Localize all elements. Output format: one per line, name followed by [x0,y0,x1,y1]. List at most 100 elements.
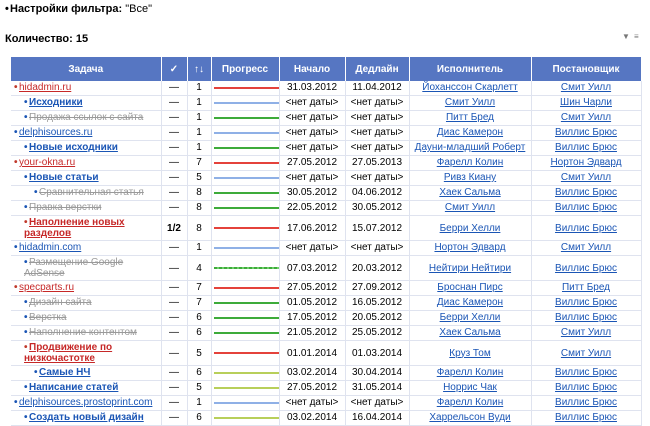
tree-bullet-icon: • [34,187,38,198]
author-link[interactable]: Виллис Брюс [555,397,617,408]
task-link[interactable]: Наполнение контентом [29,327,137,338]
assignee-link[interactable]: Берри Хелли [440,223,501,234]
progress-cell [211,185,280,201]
task-cell: •Наполнение новых разделов [11,215,162,241]
col-header-progress[interactable]: Прогресс [211,57,280,81]
author-link[interactable]: Питт Бред [562,282,610,293]
tree-bullet-icon: • [24,342,28,353]
priority-cell: 1 [187,95,212,111]
task-link[interactable]: Верстка [29,312,67,323]
task-link[interactable]: Новые статьи [29,172,99,183]
deadline-cell: 27.09.2012 [345,280,410,296]
assignee-link[interactable]: Питт Бред [446,112,494,123]
author-link[interactable]: Смит Уилл [561,327,611,338]
author-link[interactable]: Виллис Брюс [555,367,617,378]
col-header-assignee[interactable]: Исполнитель [409,57,532,81]
task-link[interactable]: Новые исходники [29,142,118,153]
start-date-cell: 27.05.2012 [279,155,346,171]
assignee-link[interactable]: Смит Уилл [445,97,495,108]
author-link[interactable]: Виллис Брюс [555,412,617,423]
task-link[interactable]: delphisources.prostoprint.com [19,397,152,408]
col-header-deadline[interactable]: Дедлайн [345,57,410,81]
progress-cell [211,140,280,156]
assignee-link[interactable]: Ривз Киану [444,172,496,183]
assignee-link[interactable]: Фарелл Колин [437,397,504,408]
assignee-link[interactable]: Фарелл Колин [437,157,504,168]
task-link[interactable]: Продвижение по низкочастотке [24,342,112,364]
assignee-cell: Норрис Чак [409,380,532,396]
assignee-link[interactable]: Дауни-младший Роберт [415,142,526,153]
task-link[interactable]: Создать новый дизайн [29,412,144,423]
author-link[interactable]: Смит Уилл [561,172,611,183]
tree-bullet-icon: • [24,142,28,153]
author-link[interactable]: Виллис Брюс [555,223,617,234]
author-link[interactable]: Смит Уилл [561,82,611,93]
author-link[interactable]: Шин Чарли [560,97,612,108]
progress-cell [211,395,280,411]
assignee-link[interactable]: Норрис Чак [443,382,497,393]
author-link[interactable]: Виллис Брюс [555,127,617,138]
priority-cell: 1 [187,81,212,96]
task-link[interactable]: hidadmin.ru [19,82,71,93]
author-link[interactable]: Виллис Брюс [555,312,617,323]
assignee-link[interactable]: Хаек Сальма [439,327,500,338]
done-cell: — [161,365,188,381]
task-link[interactable]: Дизайн сайта [29,297,92,308]
assignee-link[interactable]: Круз Том [449,348,490,359]
task-link[interactable]: delphisources.ru [19,127,92,138]
done-cell: — [161,155,188,171]
task-link[interactable]: Продажа ссылок с сайта [29,112,143,123]
done-cell: — [161,125,188,141]
priority-cell: 6 [187,365,212,381]
assignee-link[interactable]: Харрельсон Вуди [429,412,510,423]
assignee-cell: Берри Хелли [409,310,532,326]
author-cell: Питт Бред [531,280,642,296]
task-link[interactable]: Правка верстки [29,202,101,213]
task-link[interactable]: Размещение Google AdSense [24,257,123,279]
assignee-link[interactable]: Фарелл Колин [437,367,504,378]
task-link[interactable]: hidadmin.com [19,242,81,253]
assignee-link[interactable]: Йоханссон Скарлетт [422,82,517,93]
assignee-link[interactable]: Берри Хелли [440,312,501,323]
table-row: •Новые исходники —1 <нет даты> <нет даты> Да… [11,140,642,156]
author-cell: Виллис Брюс [531,185,642,201]
author-link[interactable]: Виллис Брюс [555,263,617,274]
list-view-icon[interactable]: ≡ [634,33,642,41]
author-cell: Смит Уилл [531,240,642,256]
assignee-link[interactable]: Хаек Сальма [439,187,500,198]
task-link[interactable]: specparts.ru [19,282,74,293]
table-row: •Дизайн сайта —7 01.05.2012 16.05.2012 Диас … [11,295,642,311]
task-cell: •Самые НЧ [11,365,162,381]
col-header-author[interactable]: Постановщик [531,57,642,81]
filter-icon[interactable]: ▼ [622,33,630,41]
assignee-link[interactable]: Броснан Пирс [437,282,502,293]
col-header-done[interactable]: ✓ [161,57,188,81]
col-header-task[interactable]: Задача [11,57,162,81]
assignee-link[interactable]: Смит Уилл [445,202,495,213]
table-row: •Исходники —1 <нет даты> <нет даты> Смит Уил… [11,95,642,111]
author-link[interactable]: Виллис Брюс [555,297,617,308]
author-link[interactable]: Смит Уилл [561,348,611,359]
author-link[interactable]: Смит Уилл [561,112,611,123]
author-link[interactable]: Нортон Эдвард [550,157,621,168]
task-link[interactable]: Наполнение новых разделов [24,217,125,239]
assignee-cell: Хаек Сальма [409,185,532,201]
task-link[interactable]: Сравнительная статья [39,187,144,198]
author-link[interactable]: Виллис Брюс [555,202,617,213]
assignee-link[interactable]: Нортон Эдвард [434,242,505,253]
task-link[interactable]: your-okna.ru [19,157,75,168]
author-link[interactable]: Виллис Брюс [555,187,617,198]
task-link[interactable]: Самые НЧ [39,367,90,378]
author-link[interactable]: Виллис Брюс [555,382,617,393]
col-header-start[interactable]: Начало [279,57,346,81]
col-header-priority[interactable]: ↑↓ [187,57,212,81]
assignee-cell: Нортон Эдвард [409,240,532,256]
task-link[interactable]: Исходники [29,97,83,108]
author-link[interactable]: Смит Уилл [561,242,611,253]
assignee-link[interactable]: Диас Камерон [437,127,503,138]
assignee-link[interactable]: Диас Камерон [437,297,503,308]
task-link[interactable]: Написание статей [29,382,118,393]
assignee-link[interactable]: Нейтири Нейтири [429,263,511,274]
author-link[interactable]: Виллис Брюс [555,142,617,153]
priority-cell: 5 [187,340,212,366]
